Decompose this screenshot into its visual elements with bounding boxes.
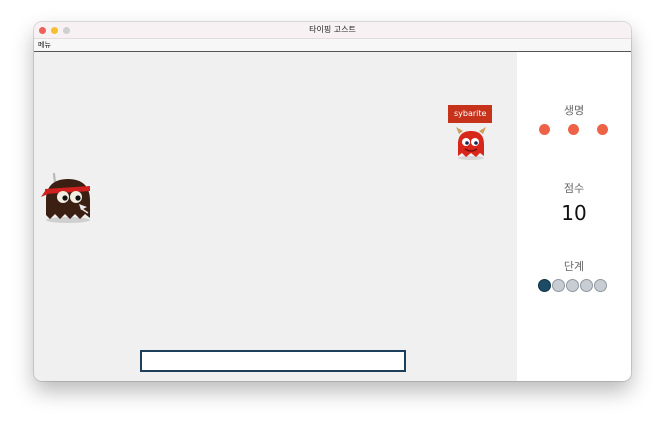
ninja-ghost-icon: [41, 172, 90, 223]
score-label: 점수: [563, 182, 585, 195]
level-indicator-5: [594, 279, 607, 292]
life-indicator: [539, 124, 550, 135]
red-devil-ghost-icon: [456, 127, 486, 160]
level-indicator-1: [538, 279, 551, 292]
life-indicator: [597, 124, 608, 135]
status-panel: 생명 점수 10 단계: [517, 52, 631, 381]
menu-item-main[interactable]: 메뉴: [38, 39, 51, 51]
window-title: 타이핑 고스트: [309, 25, 356, 34]
level-indicator-4: [580, 279, 593, 292]
typing-input[interactable]: [140, 350, 406, 372]
game-area: sybarite: [34, 52, 517, 381]
level-indicator-2: [552, 279, 565, 292]
ghost-word-label: sybarite: [448, 105, 493, 123]
title-bar: 타이핑 고스트: [34, 22, 631, 39]
app-window: 타이핑 고스트 메뉴 sybarite 생명 점수 10 단계: [34, 22, 631, 381]
level-indicator-3: [566, 279, 579, 292]
life-indicator: [568, 124, 579, 135]
level-label: 단계: [563, 260, 585, 273]
score-value: 10: [561, 201, 587, 225]
lives-label: 생명: [563, 104, 585, 117]
menu-bar: 메뉴: [34, 39, 631, 52]
